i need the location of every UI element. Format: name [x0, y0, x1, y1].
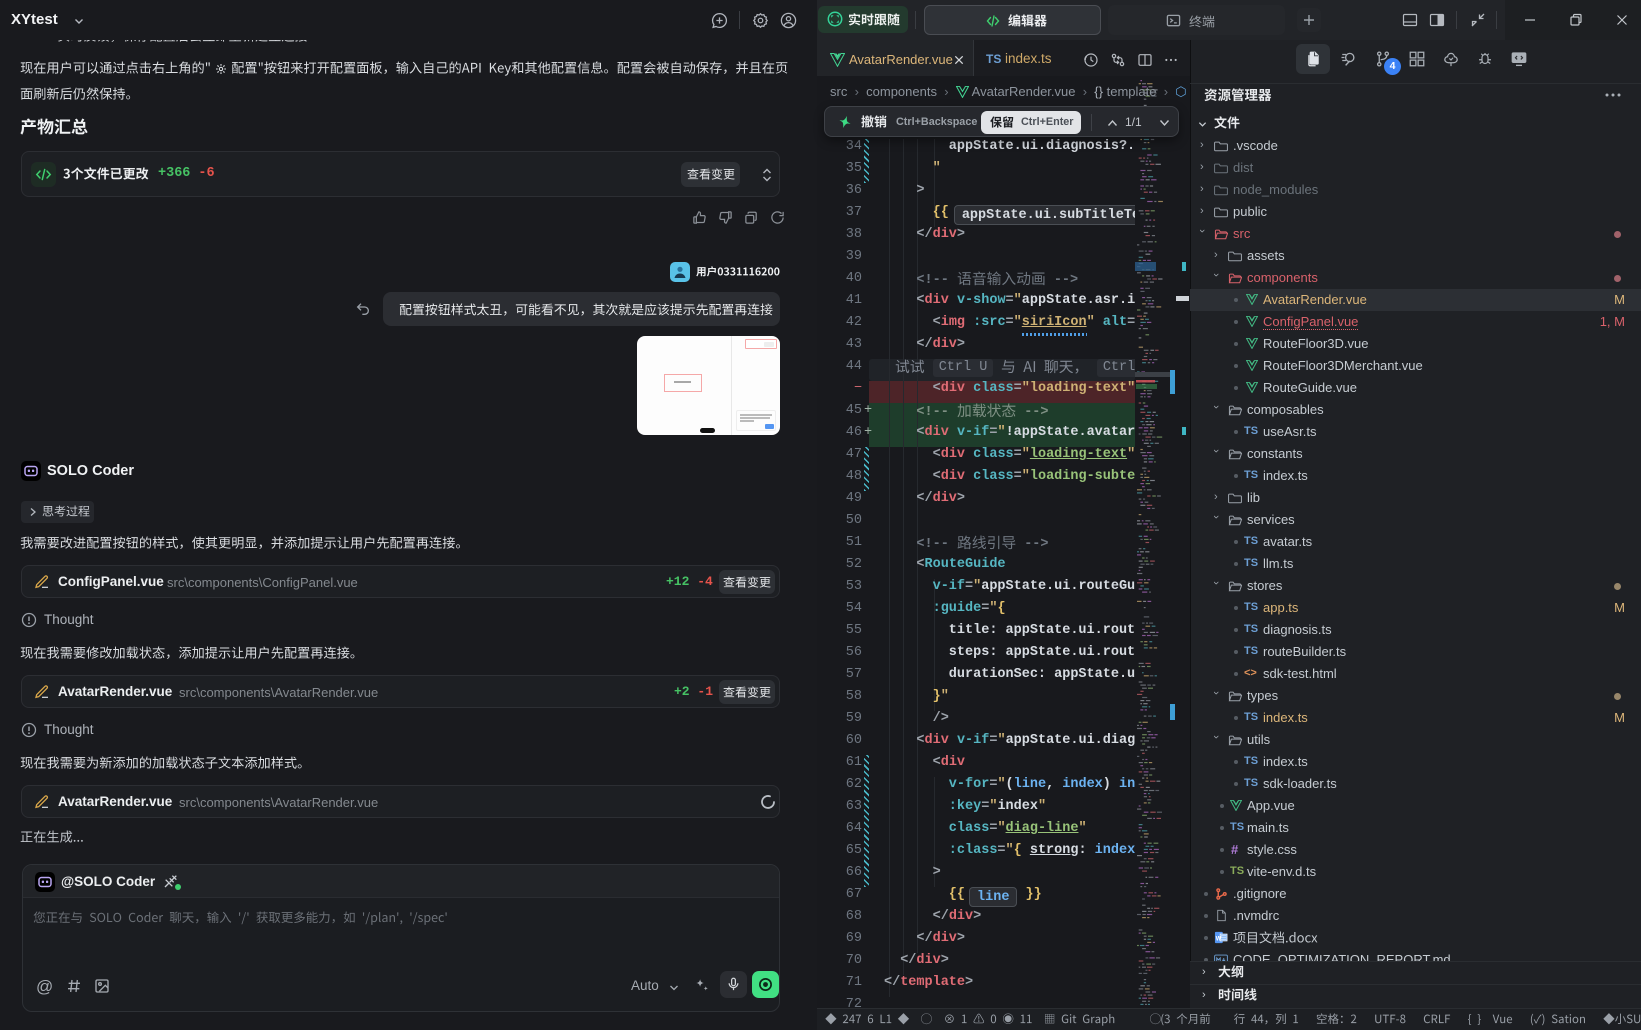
svg-text:W: W	[1216, 937, 1222, 943]
